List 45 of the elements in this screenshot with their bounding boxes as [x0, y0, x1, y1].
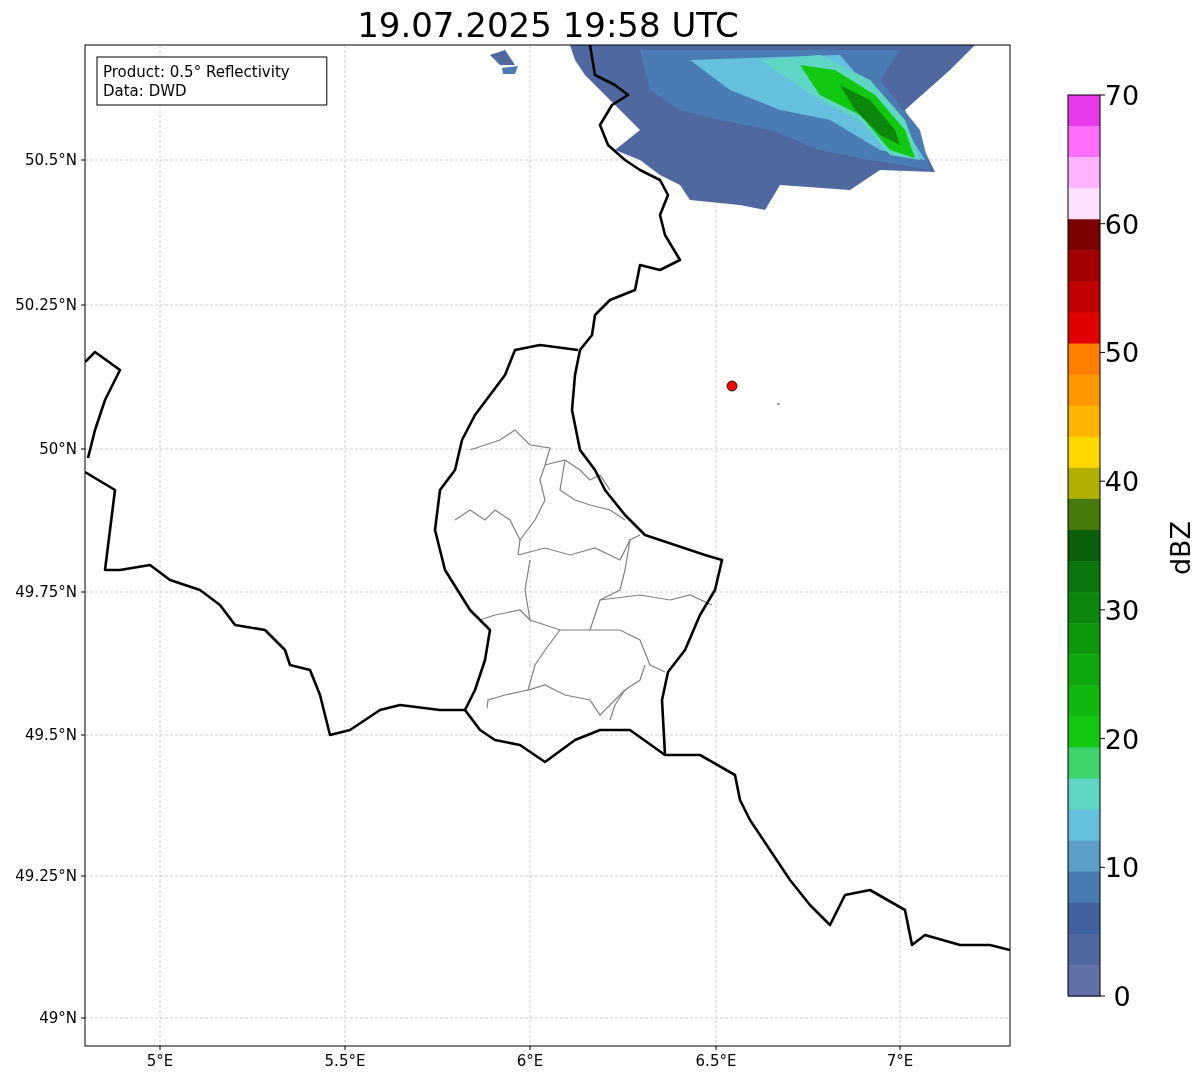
- tick-mark: [344, 1045, 346, 1051]
- colorbar-label: 40: [1104, 466, 1140, 498]
- latitude-label: 50.25°N: [15, 296, 77, 314]
- tick-mark: [1099, 223, 1106, 225]
- longitude-label: 7°E: [886, 1052, 914, 1070]
- tick-mark: [80, 159, 86, 161]
- tick-mark: [1099, 738, 1106, 740]
- latitude-label: 49.75°N: [15, 583, 77, 601]
- tick-mark: [80, 1017, 86, 1019]
- tick-mark: [1099, 995, 1106, 997]
- tick-mark: [80, 734, 86, 736]
- latitude-label: 50.5°N: [24, 151, 77, 169]
- tick-mark: [80, 875, 86, 877]
- tick-mark: [899, 1045, 901, 1051]
- tick-mark: [1099, 94, 1106, 96]
- figure-title: 19.07.2025 19:58 UTC: [357, 5, 739, 45]
- tick-mark: [80, 448, 86, 450]
- longitude-label: 5°E: [146, 1052, 174, 1070]
- latitude-label: 50°N: [39, 440, 77, 458]
- colorbar-label: 0: [1113, 981, 1131, 1012]
- longitude-label: 6°E: [516, 1052, 544, 1070]
- colorbar-title: dBZ: [1165, 520, 1196, 576]
- tick-mark: [80, 304, 86, 306]
- latitude-label: 49°N: [39, 1009, 77, 1027]
- location-marker: [726, 380, 738, 392]
- colorbar-label: 70: [1104, 80, 1140, 111]
- legend-text: Data: DWD: [103, 82, 187, 100]
- tick-mark: [1099, 480, 1106, 482]
- tick-mark: [80, 591, 86, 593]
- longitude-label: 6.5°E: [695, 1052, 737, 1070]
- tick-mark: [1099, 351, 1106, 353]
- tick-mark: [159, 1045, 161, 1051]
- colorbar-label: 60: [1104, 208, 1140, 240]
- colorbar-label: 30: [1104, 594, 1140, 626]
- colorbar-label: 20: [1104, 723, 1140, 755]
- latitude-label: 49.25°N: [15, 867, 77, 885]
- longitude-label: 5.5°E: [324, 1052, 366, 1070]
- colorbar-label: 50: [1104, 337, 1140, 369]
- legend-text: Product: 0.5° Reflectivity: [103, 63, 290, 81]
- colorbar-label: 10: [1104, 852, 1140, 884]
- latitude-label: 49.5°N: [24, 726, 77, 744]
- tick-mark: [1099, 866, 1106, 868]
- tick-mark: [529, 1045, 531, 1051]
- tick-mark: [1099, 609, 1106, 611]
- tick-mark: [715, 1045, 717, 1051]
